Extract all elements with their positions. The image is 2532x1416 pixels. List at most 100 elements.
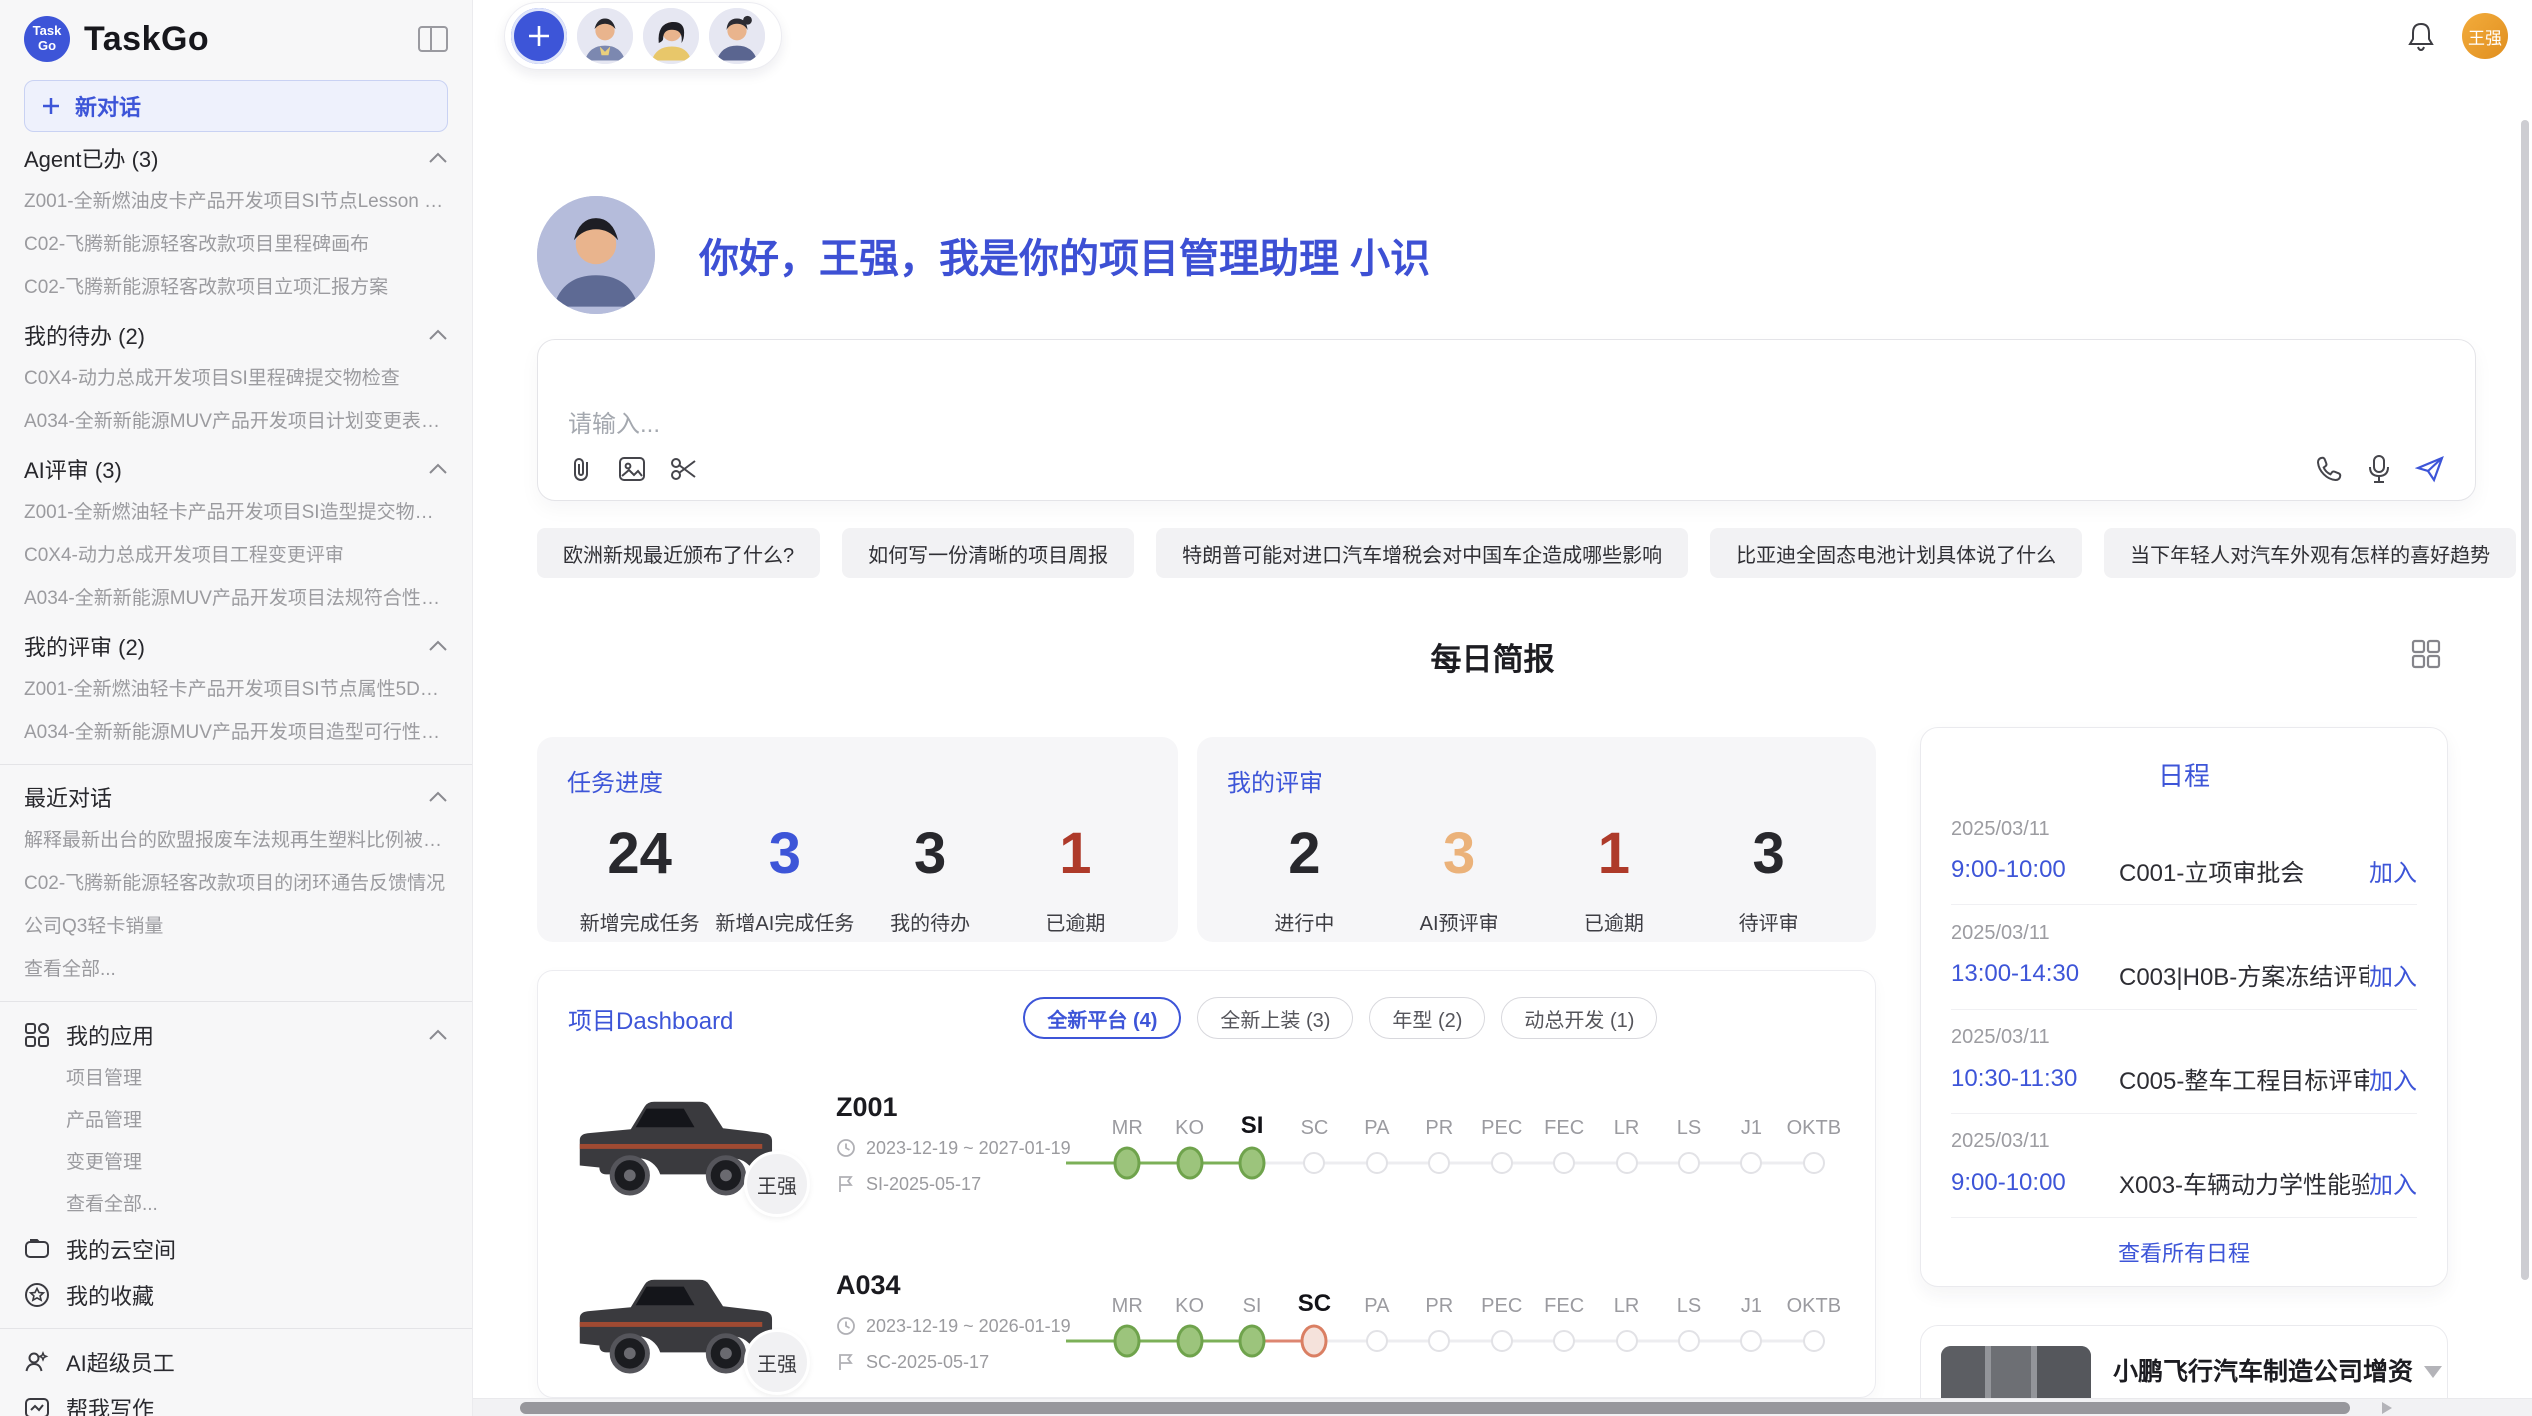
sidebar-item[interactable]: C02-飞腾新能源轻客改款项目里程碑画布 (24, 223, 448, 266)
milestone-dot[interactable] (1428, 1152, 1450, 1174)
sidebar-item-label: 我的云空间 (66, 1233, 176, 1265)
milestone-dot[interactable] (1114, 1325, 1141, 1358)
horizontal-scrollbar[interactable] (473, 1398, 2532, 1416)
scroll-right-arrow[interactable] (2382, 1402, 2392, 1414)
milestone-label: LS (1658, 1284, 1720, 1318)
sidebar-section-header[interactable]: Agent已办 (3) (24, 136, 448, 180)
sidebar-item[interactable]: A034-全新新能源MUV产品开发项目计划变更表编写 (24, 400, 448, 443)
milestone-dot[interactable] (1803, 1330, 1825, 1352)
project-row[interactable]: 王强 Z001 2023-12-19 ~ 2027-01-19 SI-2025-… (568, 1069, 1845, 1217)
milestone: PEC (1471, 1106, 1533, 1186)
app-child-item[interactable]: 项目管理 (66, 1058, 448, 1100)
milestone-dot[interactable] (1678, 1330, 1700, 1352)
milestone-dot[interactable] (1114, 1147, 1141, 1180)
scroll-down-arrow[interactable] (2424, 1366, 2442, 1378)
hero: 你好，王强，我是你的项目管理助理 小识 (537, 196, 1430, 314)
scissors-icon[interactable] (670, 456, 698, 482)
image-icon[interactable] (618, 456, 646, 482)
chevron-up-icon[interactable] (428, 791, 448, 803)
milestone-dot[interactable] (1366, 1330, 1388, 1352)
layout-grid-icon[interactable] (2410, 638, 2442, 675)
chevron-up-icon[interactable] (428, 640, 448, 652)
project-row[interactable]: 王强 A034 2023-12-19 ~ 2026-01-19 SC-2025-… (568, 1247, 1845, 1395)
sidebar-section-header[interactable]: 我的待办 (2) (24, 313, 448, 357)
new-chat-button[interactable]: 新对话 (24, 80, 448, 132)
sidebar-item-favorites[interactable]: 我的收藏 (24, 1272, 448, 1318)
sidebar-item[interactable]: Z001-全新燃油轻卡产品开发项目SI节点属性5D文件评审 (24, 668, 448, 711)
milestone-dot[interactable] (1428, 1330, 1450, 1352)
sidebar-item-ai-super-staff[interactable]: AI超级员工 (24, 1339, 448, 1385)
attachment-icon[interactable] (568, 455, 594, 483)
suggestion-chip[interactable]: 特朗普可能对进口汽车增税会对中国车企造成哪些影响 (1156, 528, 1688, 578)
add-agent-button[interactable] (511, 8, 567, 64)
sidebar-section-header[interactable]: AI评审 (3) (24, 447, 448, 491)
sidebar-item-cloud-space[interactable]: 我的云空间 (24, 1226, 448, 1272)
milestone-dot[interactable] (1239, 1325, 1266, 1358)
user-avatar[interactable]: 王强 (2462, 13, 2508, 59)
milestone-dot[interactable] (1740, 1330, 1762, 1352)
sidebar-section-header[interactable]: 我的评审 (2) (24, 624, 448, 668)
milestone-dot[interactable] (1491, 1152, 1513, 1174)
dashboard-tab[interactable]: 动总开发 (1) (1501, 997, 1657, 1039)
suggestion-chip[interactable]: 如何写一份清晰的项目周报 (842, 528, 1134, 578)
sidebar-item[interactable]: C0X4-动力总成开发项目工程变更评审 (24, 534, 448, 577)
microphone-icon[interactable] (2367, 454, 2391, 484)
event-join-link[interactable]: 加入 (2369, 1165, 2417, 1200)
vertical-scrollbar-thumb[interactable] (2521, 120, 2529, 1280)
suggestion-chip[interactable]: 当下年轻人对汽车外观有怎样的喜好趋势 (2104, 528, 2516, 578)
event-join-link[interactable]: 加入 (2369, 957, 2417, 992)
chevron-up-icon[interactable] (428, 1029, 448, 1041)
collapse-sidebar-icon[interactable] (418, 26, 448, 52)
sidebar-item[interactable]: Z001-全新燃油轻卡产品开发项目SI造型提交物评审 (24, 491, 448, 534)
milestone-dot[interactable] (1740, 1152, 1762, 1174)
milestone-dot[interactable] (1678, 1152, 1700, 1174)
milestone-dot[interactable] (1616, 1152, 1638, 1174)
suggestion-chip[interactable]: 欧洲新规最近颁布了什么? (537, 528, 820, 578)
milestone-dot[interactable] (1176, 1147, 1203, 1180)
recent-conversation-item[interactable]: 公司Q3轻卡销量 (24, 905, 448, 948)
app-logo: Task Go (24, 16, 70, 62)
recent-conversation-item[interactable]: C02-飞腾新能源轻客改款项目的闭环通告反馈情况 (24, 862, 448, 905)
app-child-item[interactable]: 产品管理 (66, 1100, 448, 1142)
sidebar-section-header[interactable]: 最近对话 (24, 775, 448, 819)
sidebar-item[interactable]: Z001-全新燃油皮卡产品开发项目SI节点Lesson Learn报告 (24, 180, 448, 223)
milestone-dot[interactable] (1176, 1325, 1203, 1358)
dashboard-tab[interactable]: 全新平台 (4) (1023, 997, 1181, 1039)
horizontal-scrollbar-thumb[interactable] (520, 1402, 2350, 1414)
milestone-dot[interactable] (1616, 1330, 1638, 1352)
view-all-schedule-link[interactable]: 查看所有日程 (1951, 1218, 2417, 1276)
agent-avatar[interactable] (709, 8, 765, 64)
milestone-dot[interactable] (1491, 1330, 1513, 1352)
send-icon[interactable] (2415, 455, 2445, 483)
recent-conversation-item[interactable]: 解释最新出台的欧盟报废车法规再生塑料比例被调至15%... (24, 819, 448, 862)
milestone-dot[interactable] (1803, 1152, 1825, 1174)
sidebar-item[interactable]: A034-全新新能源MUV产品开发项目法规符合性评审 (24, 577, 448, 620)
milestone-dot[interactable] (1553, 1330, 1575, 1352)
agent-avatar[interactable] (577, 8, 633, 64)
milestone-dot[interactable] (1366, 1152, 1388, 1174)
chevron-up-icon[interactable] (428, 463, 448, 475)
event-join-link[interactable]: 加入 (2369, 1061, 2417, 1096)
dashboard-tab[interactable]: 全新上装 (3) (1197, 997, 1353, 1039)
milestone-dot[interactable] (1301, 1325, 1328, 1358)
milestone-dot[interactable] (1239, 1147, 1266, 1180)
sidebar-item[interactable]: A034-全新新能源MUV产品开发项目造型可行性评审 (24, 711, 448, 754)
message-composer[interactable]: 请输入... (537, 339, 2476, 501)
sidebar-item-help-me-write[interactable]: 帮我写作 (24, 1385, 448, 1416)
chevron-up-icon[interactable] (428, 152, 448, 164)
event-join-link[interactable]: 加入 (2369, 853, 2417, 888)
sidebar-item[interactable]: C0X4-动力总成开发项目SI里程碑提交物检查 (24, 357, 448, 400)
chevron-up-icon[interactable] (428, 329, 448, 341)
sidebar-item-my-apps[interactable]: 我的应用 (24, 1012, 448, 1058)
recent-conversation-item[interactable]: 查看全部... (24, 948, 448, 991)
sidebar-item[interactable]: C02-飞腾新能源轻客改款项目立项汇报方案 (24, 266, 448, 309)
app-child-item[interactable]: 查看全部... (66, 1184, 448, 1226)
suggestion-chip[interactable]: 比亚迪全固态电池计划具体说了什么 (1710, 528, 2082, 578)
milestone-dot[interactable] (1303, 1152, 1325, 1174)
phone-icon[interactable] (2315, 455, 2343, 483)
app-child-item[interactable]: 变更管理 (66, 1142, 448, 1184)
bell-icon[interactable] (2406, 20, 2436, 52)
agent-avatar[interactable] (643, 8, 699, 64)
dashboard-tab[interactable]: 年型 (2) (1369, 997, 1485, 1039)
milestone-dot[interactable] (1553, 1152, 1575, 1174)
